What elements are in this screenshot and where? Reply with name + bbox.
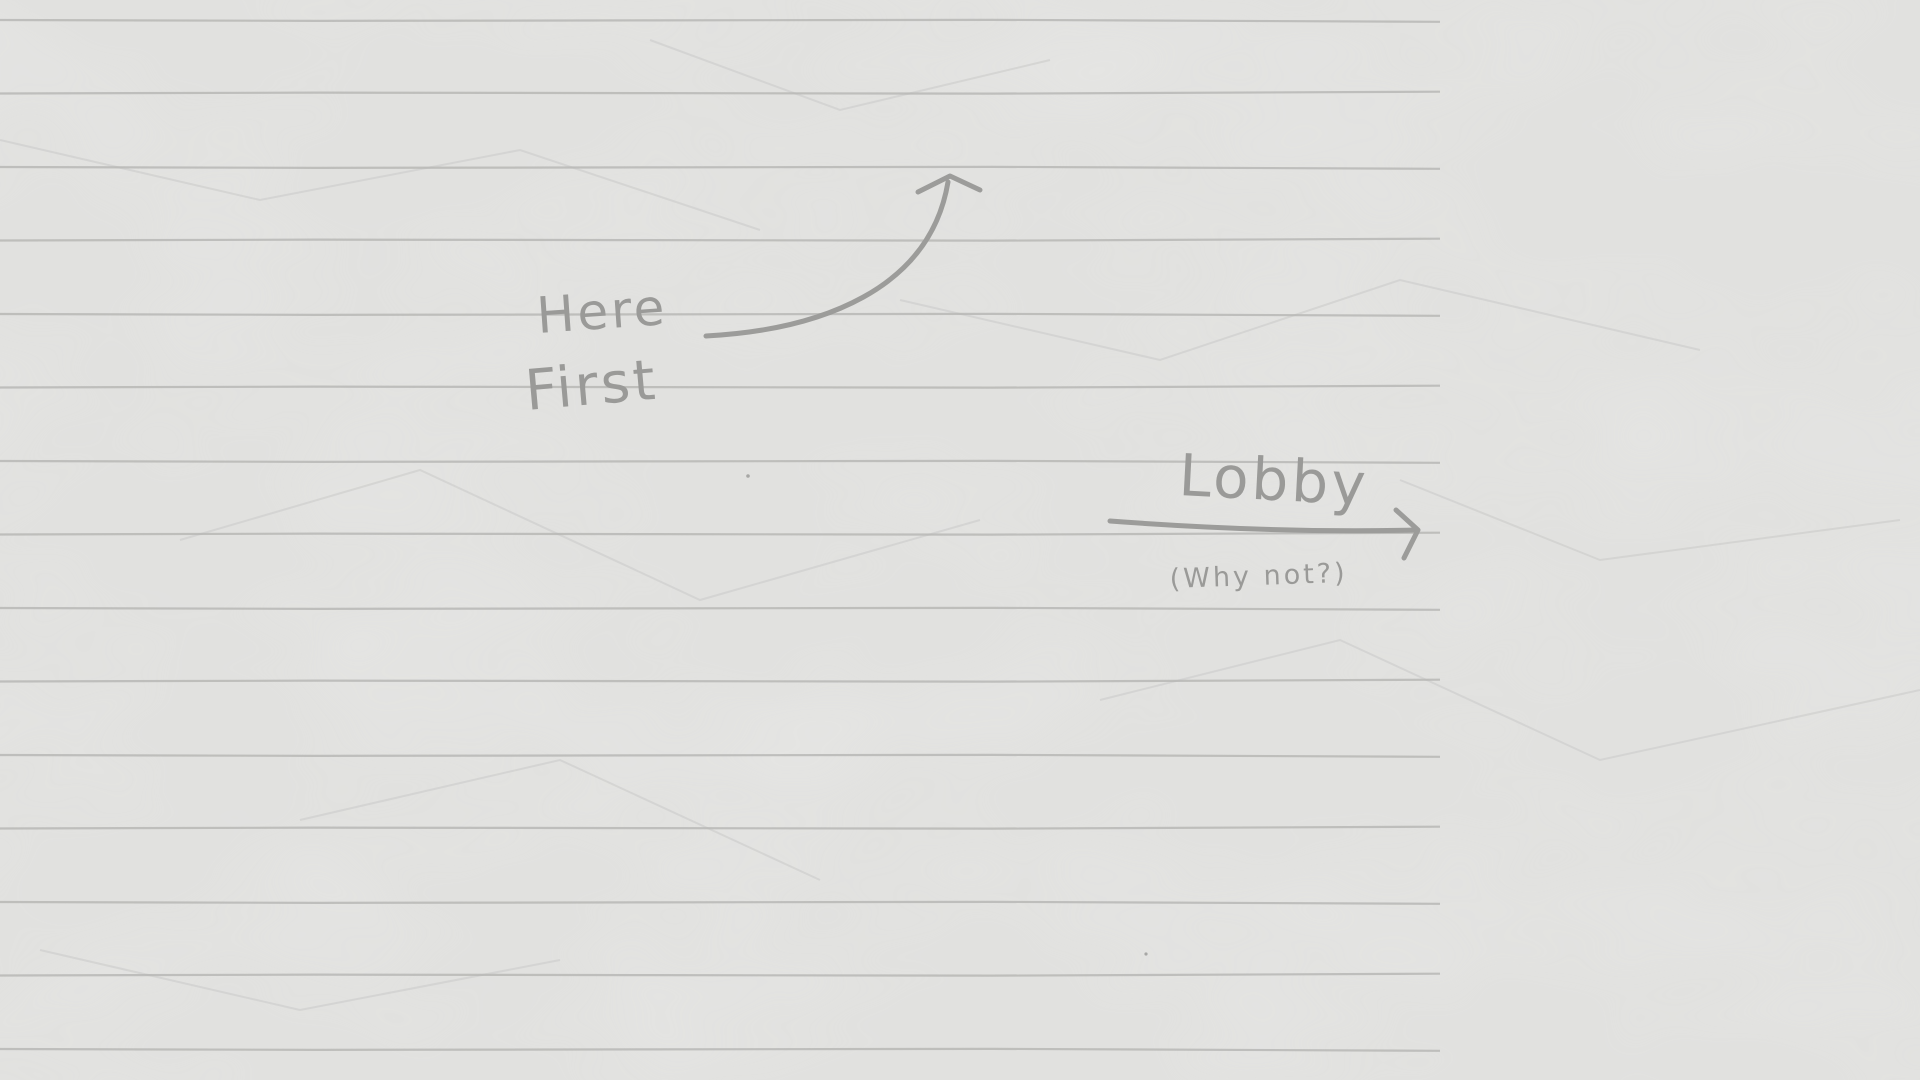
here-first-line2: First (523, 348, 661, 424)
notebook-paper: Here First Lobby (Why not?) (0, 0, 1920, 1080)
pencil-speck (1144, 952, 1148, 956)
lobby-label: Lobby (1177, 441, 1370, 519)
paper-crumple-texture (0, 0, 1920, 1080)
here-first-line1: Here (535, 278, 669, 345)
pencil-speck (746, 474, 750, 478)
paper-scene: Here First Lobby (Why not?) (0, 0, 1920, 1080)
lobby-note: (Why not?) (1169, 558, 1348, 595)
